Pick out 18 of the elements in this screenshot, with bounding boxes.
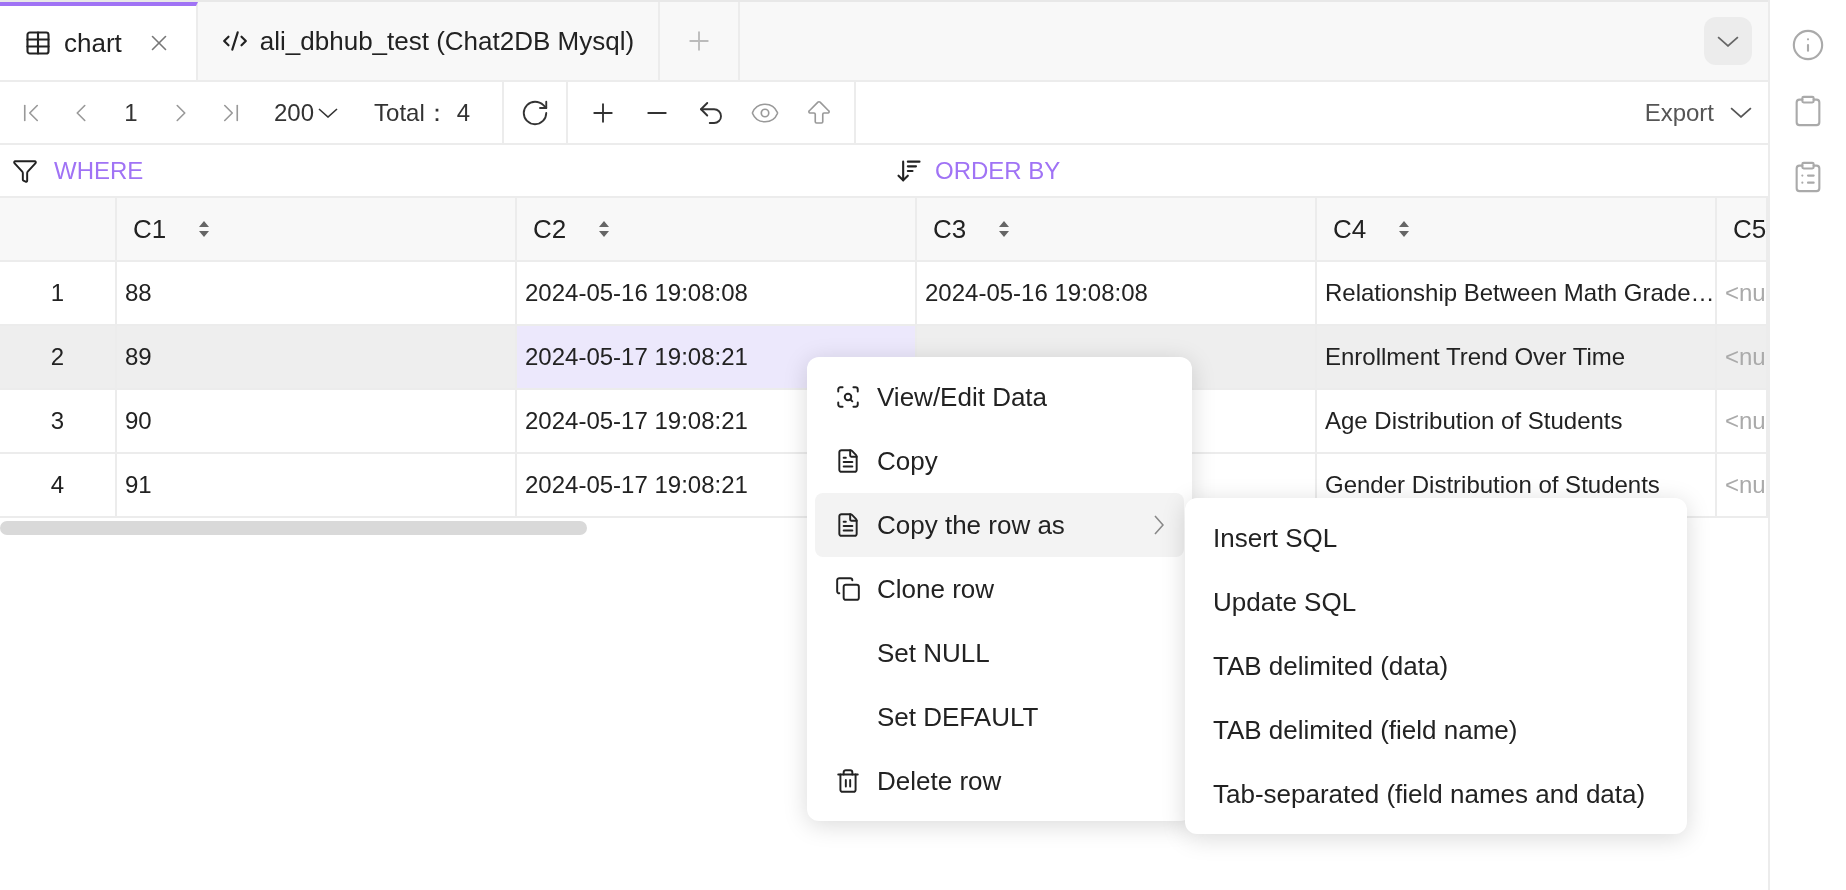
page-number: 1 [123,97,139,128]
column-title: C3 [933,212,967,246]
total-label: Total： [374,97,449,128]
menu-item-label: Clone row [877,572,996,606]
column-title: C5 [1733,212,1766,246]
row-number: 1 [0,262,117,324]
column-title: C1 [133,212,167,246]
tab-label: ali_dbhub_test (Chat2DB Mysql) [259,24,635,58]
menu-item-label: Delete row [877,764,1003,798]
row-number: 2 [0,326,117,388]
tab-label: chart [64,26,122,60]
row-number: 4 [0,454,117,516]
menu-item-label: Set NULL [877,636,991,670]
menu-item-label: Set DEFAULT [877,700,1040,734]
total-count: 4 [456,97,471,128]
column-title: C4 [1333,212,1367,246]
column-title: C2 [533,212,567,246]
row-number: 3 [0,390,117,452]
